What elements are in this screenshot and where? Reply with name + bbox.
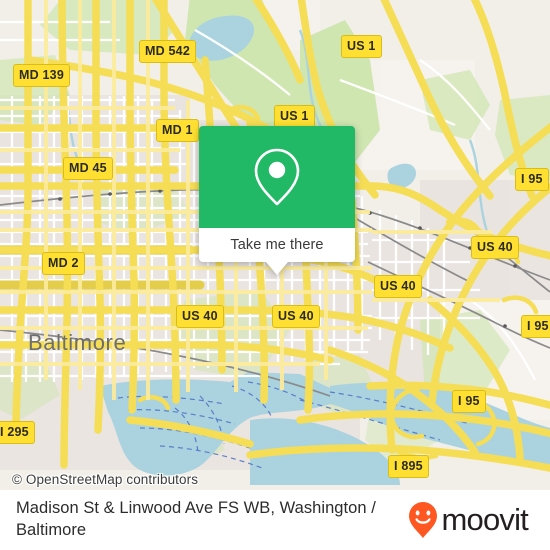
moovit-station-map-screen: MD 542 US 1 MD 139 US 1 MD 1 MD 45 I 95 …	[0, 0, 550, 550]
road-shield-i-895[interactable]: I 895	[388, 455, 429, 478]
footer-bar: Madison St & Linwood Ave FS WB, Washingt…	[0, 490, 550, 550]
moovit-smiley-pin-icon	[409, 502, 438, 538]
callout-action-bar[interactable]: Take me there	[199, 228, 355, 262]
road-shield-i-95-a[interactable]: I 95	[515, 168, 549, 191]
moovit-wordmark: moovit	[441, 502, 528, 537]
road-shield-us-40-c[interactable]: US 40	[176, 305, 224, 328]
road-shield-md-2[interactable]: MD 2	[42, 252, 85, 275]
road-shield-i-95-b[interactable]: I 95	[521, 315, 550, 338]
station-title: Madison St & Linwood Ave FS WB, Washingt…	[16, 499, 376, 539]
road-shield-md-45[interactable]: MD 45	[63, 157, 113, 180]
callout-image-panel	[199, 126, 355, 228]
road-shield-md-139[interactable]: MD 139	[13, 64, 70, 87]
road-shield-us-1-a[interactable]: US 1	[341, 35, 382, 58]
take-me-there-label: Take me there	[230, 237, 324, 253]
location-callout-card[interactable]: Take me there	[199, 126, 355, 275]
road-shield-md-1[interactable]: MD 1	[156, 119, 199, 142]
road-shield-us-1-b[interactable]: US 1	[274, 105, 315, 128]
road-shield-i-95-c[interactable]: I 95	[452, 390, 486, 413]
map-pin-icon	[254, 148, 300, 206]
road-shield-us-40-a[interactable]: US 40	[471, 236, 519, 259]
map-canvas[interactable]: MD 542 US 1 MD 139 US 1 MD 1 MD 45 I 95 …	[0, 0, 550, 490]
road-shield-i-295[interactable]: I 295	[0, 421, 35, 444]
moovit-brand-logo[interactable]: moovit	[408, 501, 534, 539]
road-shield-md-542[interactable]: MD 542	[139, 40, 196, 63]
road-shield-us-40-b[interactable]: US 40	[374, 275, 422, 298]
road-shield-us-40-d[interactable]: US 40	[272, 305, 320, 328]
callout-pointer-tail	[266, 262, 288, 275]
city-label-baltimore: Baltimore	[28, 330, 127, 355]
